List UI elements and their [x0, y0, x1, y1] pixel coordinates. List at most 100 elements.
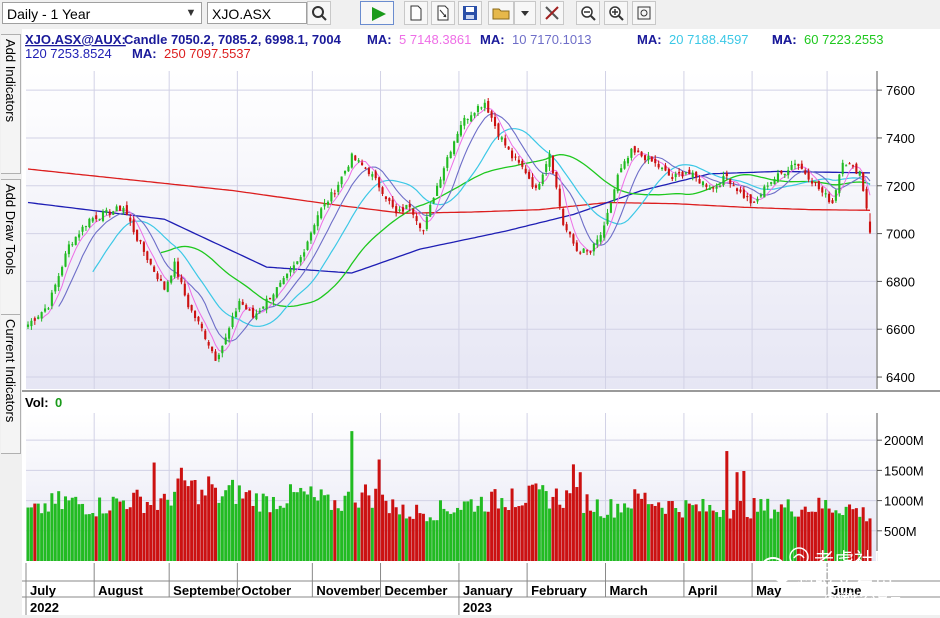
candle-body [630, 148, 633, 158]
candle-body [61, 267, 64, 276]
candle-body [367, 168, 370, 175]
candle-body [43, 308, 47, 312]
volume-bar [285, 503, 289, 561]
candle-body [187, 294, 190, 308]
volume-bar [500, 498, 504, 561]
volume-bar [370, 507, 374, 561]
candle-body [517, 159, 520, 163]
volume-bar [776, 511, 780, 561]
candle-body [688, 169, 691, 175]
volume-bar [599, 516, 603, 561]
candle-body [74, 236, 77, 245]
candle-body [449, 151, 452, 159]
period-select[interactable]: Daily - 1 Year ▼ [2, 2, 202, 24]
candle-body [54, 284, 57, 292]
candle-body [851, 165, 855, 167]
volume-bar [288, 484, 292, 561]
search-button[interactable] [307, 1, 331, 25]
volume-bar [548, 508, 552, 561]
fit-button[interactable] [632, 1, 656, 25]
candle-body [701, 181, 705, 186]
volume-bar [432, 520, 436, 561]
candle-body [722, 175, 725, 186]
export-button[interactable] [431, 1, 455, 25]
candle-body [412, 208, 415, 215]
candle-body [599, 235, 602, 242]
volume-bar [394, 507, 398, 561]
new-page-button[interactable] [404, 1, 428, 25]
volume-bar [98, 497, 102, 561]
candle-body [763, 186, 766, 198]
candle-body [453, 141, 456, 155]
candle-body [667, 169, 670, 176]
candle-body [309, 232, 312, 241]
open-folder-button[interactable] [488, 1, 514, 25]
chevron-down-icon[interactable]: ▼ [183, 4, 199, 22]
volume-bar [316, 500, 320, 561]
candle-body [616, 174, 619, 192]
save-button[interactable] [458, 1, 482, 25]
vol-label: Vol: [25, 395, 49, 410]
candle-body [251, 307, 255, 318]
zoom-out-button[interactable] [576, 1, 600, 25]
candle-body [708, 188, 711, 190]
candle-body [26, 324, 30, 327]
folder-dropdown-button[interactable] [514, 1, 536, 25]
candle-body [101, 211, 105, 221]
volume-tick-label: 1500M [884, 463, 924, 478]
candle-body [156, 273, 159, 280]
tab-add-draw-tools[interactable]: Add Draw Tools [1, 179, 21, 329]
volume-bar [176, 478, 180, 561]
tab-current-indicators[interactable]: Current Indicators [1, 314, 21, 454]
zoom-out-icon [581, 6, 596, 21]
chart-area[interactable]: 6400 6600 6800 7000 7200 7400 7600 500M 1000M 15… [22, 29, 940, 615]
price-tick-label: 7200 [886, 179, 915, 194]
play-button[interactable] [360, 1, 394, 25]
candle-body [466, 119, 469, 121]
candle-body [166, 281, 169, 292]
tab-add-indicators[interactable]: Add Indicators [1, 34, 21, 174]
candle-body [766, 185, 769, 187]
legend-ma-value: 5 7148.3861 [399, 32, 471, 47]
candle-body [848, 163, 851, 165]
candle-body [831, 200, 834, 204]
volume-bar [196, 504, 200, 561]
volume-bar [53, 503, 57, 561]
chart-svg[interactable]: 6400 6600 6800 7000 7200 7400 7600 500M 1000M 15… [22, 29, 940, 615]
volume-bar [510, 488, 514, 561]
candle-body [555, 171, 558, 188]
candle-body [350, 153, 353, 168]
candle-body [562, 208, 565, 225]
candle-body [592, 243, 595, 252]
candle-body [657, 163, 660, 168]
volume-bar [640, 498, 644, 561]
candle-body [320, 208, 323, 219]
candle-body [531, 177, 534, 188]
volume-bar [660, 507, 664, 561]
volume-bar [483, 511, 487, 561]
price-tick-label: 7600 [886, 83, 915, 98]
volume-bar [694, 504, 698, 561]
candle-body [497, 123, 500, 137]
candle-body [524, 168, 527, 174]
volume-bar [469, 499, 473, 561]
candle-body [193, 311, 197, 318]
tools-button[interactable] [540, 1, 564, 25]
candle-body [606, 212, 609, 225]
volume-bar [626, 507, 630, 561]
symbol-input[interactable]: XJO.ASX [207, 2, 307, 24]
price-tick-label: 7000 [886, 227, 915, 242]
candle-body [572, 234, 575, 244]
year-label: 2022 [30, 600, 59, 615]
volume-bar [479, 496, 483, 561]
candle-body [378, 177, 381, 188]
zoom-in-button[interactable] [604, 1, 628, 25]
candle-body [306, 241, 309, 250]
volume-bar [381, 494, 385, 561]
tab-current-indicators-label: Current Indicators [3, 319, 18, 423]
candle-body [504, 138, 507, 146]
volume-bar [156, 509, 160, 561]
year-label: 2023 [463, 600, 492, 615]
volume-bar [350, 431, 354, 561]
candle-body [364, 167, 367, 169]
